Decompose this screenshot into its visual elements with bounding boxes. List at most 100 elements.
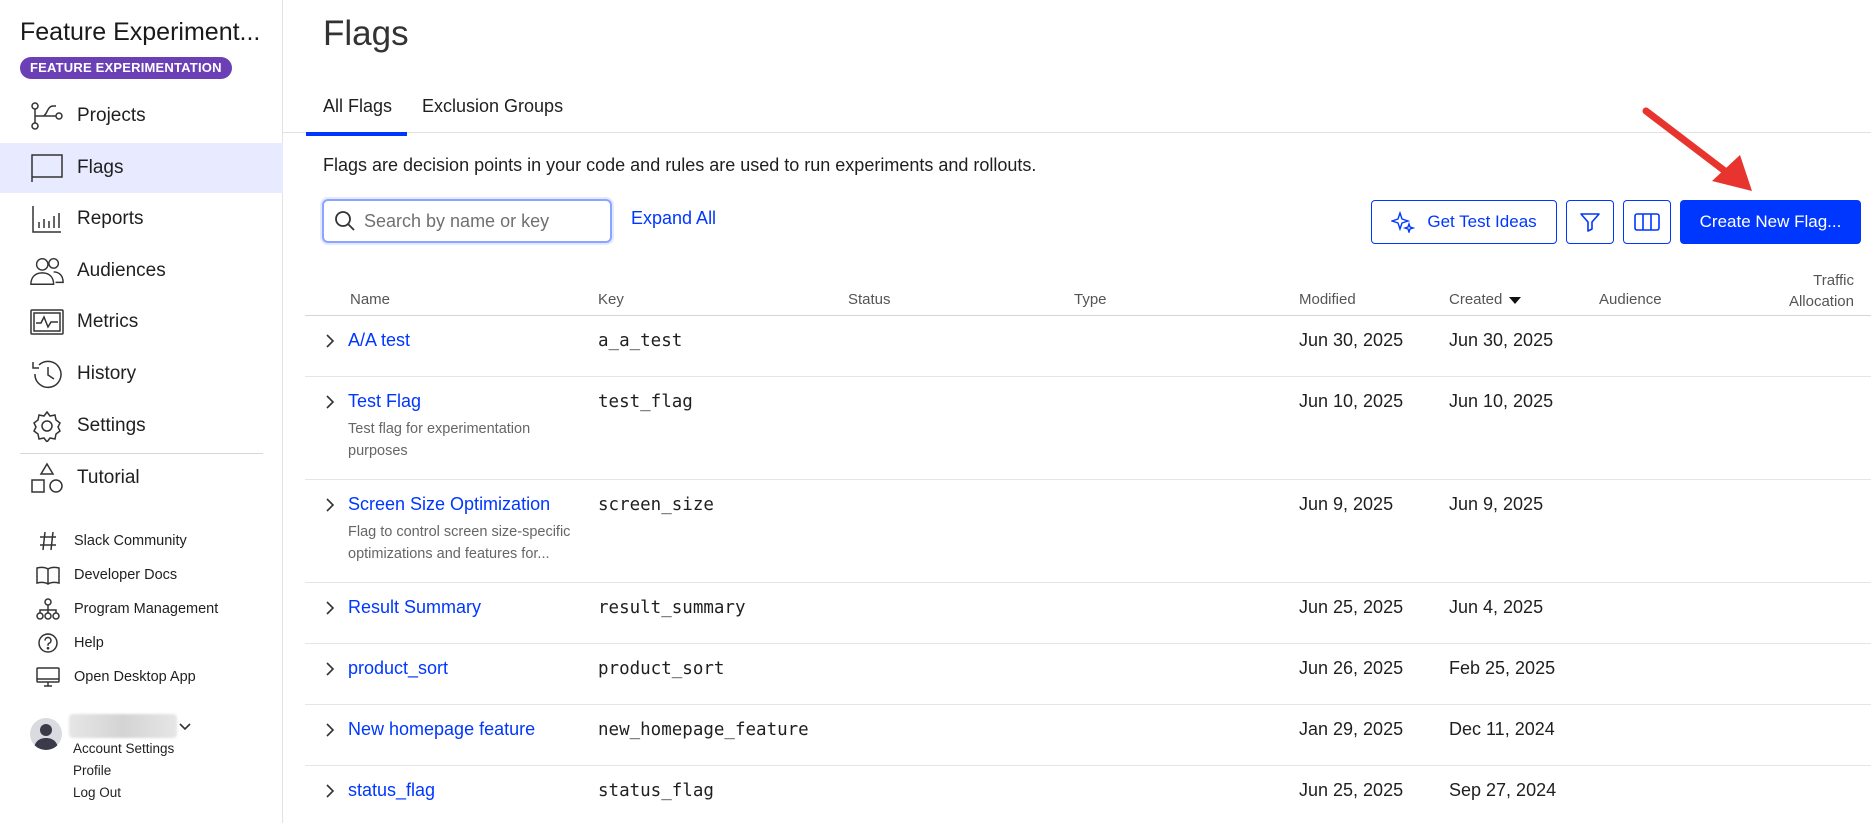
flag-modified: Jun 30, 2025 — [1299, 330, 1404, 350]
search-box[interactable] — [322, 199, 612, 243]
gear-icon — [29, 410, 65, 442]
profile-link[interactable]: Profile — [73, 763, 111, 778]
sidebar-link-open-desktop-app[interactable]: Open Desktop App — [36, 663, 196, 691]
product-badge: FEATURE EXPERIMENTATION — [20, 57, 232, 79]
table-row[interactable]: Test Flag Test flag for experimentation … — [305, 377, 1871, 480]
hash-icon — [36, 529, 60, 553]
tab-all-flags[interactable]: All Flags — [305, 96, 408, 136]
table-row[interactable]: Result Summary result_summary Jun 25, 20… — [305, 583, 1871, 644]
flag-created: Jun 10, 2025 — [1449, 391, 1554, 411]
flag-key: a_a_test — [598, 331, 683, 351]
traffic-header-line1: Traffic — [1813, 272, 1854, 289]
sidebar-item-settings[interactable]: Settings — [0, 401, 283, 451]
column-header-modified[interactable]: Modified — [1299, 291, 1356, 308]
column-header-traffic-allocation[interactable]: Traffic Allocation — [1760, 270, 1854, 312]
book-icon — [36, 563, 60, 587]
sidebar: Feature Experiment... FEATURE EXPERIMENT… — [0, 0, 283, 823]
flag-created: Jun 30, 2025 — [1449, 330, 1554, 350]
history-icon — [29, 358, 65, 390]
columns-icon — [1634, 213, 1660, 231]
sidebar-item-projects[interactable]: Projects — [0, 91, 283, 141]
sidebar-item-flags[interactable]: Flags — [0, 143, 283, 193]
sidebar-item-label: History — [77, 363, 137, 384]
page-description: Flags are decision points in your code a… — [323, 155, 1037, 175]
flag-key: test_flag — [598, 392, 693, 412]
sidebar-item-label: Flags — [77, 157, 124, 178]
flag-name-link[interactable]: New homepage feature — [348, 719, 535, 740]
sidebar-link-help[interactable]: Help — [36, 629, 104, 657]
flag-created: Dec 11, 2024 — [1449, 719, 1555, 739]
create-new-flag-button[interactable]: Create New Flag... — [1680, 200, 1861, 244]
sidebar-link-label: Slack Community — [74, 533, 187, 549]
tab-exclusion-groups[interactable]: Exclusion Groups — [422, 96, 563, 117]
column-header-type[interactable]: Type — [1074, 291, 1107, 308]
chevron-right-icon[interactable] — [322, 722, 338, 738]
app-title[interactable]: Feature Experiment... — [20, 18, 260, 47]
sidebar-item-metrics[interactable]: Metrics — [0, 297, 283, 347]
tab-bar: All Flags Exclusion Groups — [283, 80, 1871, 136]
sidebar-link-label: Help — [74, 635, 104, 651]
flag-created: Sep 27, 2024 — [1449, 780, 1557, 800]
sidebar-link-developer-docs[interactable]: Developer Docs — [36, 561, 177, 589]
annotation-arrow-icon — [1642, 107, 1752, 191]
chevron-right-icon[interactable] — [322, 394, 338, 410]
column-header-name[interactable]: Name — [350, 291, 390, 308]
column-header-status[interactable]: Status — [848, 291, 891, 308]
flag-description: Test flag for experimentation purposes — [348, 421, 531, 459]
flag-modified: Jun 25, 2025 — [1299, 597, 1404, 617]
flag-name-link[interactable]: Screen Size Optimization — [348, 494, 550, 515]
table-row[interactable]: Screen Size Optimization Flag to control… — [305, 480, 1871, 583]
sidebar-link-program-management[interactable]: Program Management — [36, 595, 218, 623]
metrics-icon — [29, 306, 65, 338]
table-row[interactable]: product_sort product_sort Jun 26, 2025 F… — [305, 644, 1871, 705]
chevron-right-icon[interactable] — [322, 600, 338, 616]
sidebar-item-history[interactable]: History — [0, 349, 283, 399]
column-header-audience[interactable]: Audience — [1599, 291, 1662, 308]
log-out-link[interactable]: Log Out — [73, 785, 121, 800]
sidebar-link-slack-community[interactable]: Slack Community — [36, 527, 187, 555]
chevron-down-icon[interactable] — [177, 718, 193, 734]
table-row[interactable]: A/A test a_a_test Jun 30, 2025 Jun 30, 2… — [305, 316, 1871, 377]
column-header-key[interactable]: Key — [598, 291, 624, 308]
avatar[interactable] — [30, 718, 62, 750]
flag-name-link[interactable]: A/A test — [348, 330, 410, 351]
flag-name-link[interactable]: Result Summary — [348, 597, 481, 618]
columns-button[interactable] — [1623, 200, 1671, 244]
flag-name-link[interactable]: product_sort — [348, 658, 448, 679]
filter-button[interactable] — [1566, 200, 1614, 244]
sidebar-item-label: Reports — [77, 208, 144, 229]
account-settings-link[interactable]: Account Settings — [73, 741, 174, 756]
reports-icon — [29, 203, 65, 235]
expand-all-link[interactable]: Expand All — [631, 208, 716, 229]
filter-icon — [1580, 213, 1600, 232]
chevron-right-icon[interactable] — [322, 333, 338, 349]
sidebar-item-label: Audiences — [77, 260, 166, 281]
flag-name-link[interactable]: Test Flag — [348, 391, 421, 412]
flag-modified: Jun 25, 2025 — [1299, 780, 1404, 800]
sidebar-item-audiences[interactable]: Audiences — [0, 246, 283, 296]
flag-icon — [29, 152, 65, 184]
flag-created: Jun 4, 2025 — [1449, 597, 1544, 617]
search-input[interactable] — [364, 210, 604, 232]
sidebar-item-tutorial[interactable]: Tutorial — [0, 453, 283, 503]
flag-key: result_summary — [598, 598, 746, 618]
sidebar-link-label: Program Management — [74, 601, 219, 617]
sidebar-item-reports[interactable]: Reports — [0, 194, 283, 244]
search-icon — [335, 211, 355, 231]
sidebar-link-label: Developer Docs — [74, 567, 178, 583]
flag-name-link[interactable]: status_flag — [348, 780, 435, 801]
chevron-right-icon[interactable] — [322, 661, 338, 677]
table-row[interactable]: status_flag status_flag Jun 25, 2025 Sep… — [305, 766, 1871, 823]
sparkle-icon — [1391, 211, 1416, 233]
column-header-created-label: Created — [1449, 291, 1503, 308]
get-test-ideas-button[interactable]: Get Test Ideas — [1371, 200, 1557, 244]
flag-key: product_sort — [598, 659, 725, 679]
column-header-created[interactable]: Created — [1449, 291, 1522, 308]
help-icon — [36, 631, 60, 655]
flag-modified: Jun 9, 2025 — [1299, 494, 1394, 514]
chevron-right-icon[interactable] — [322, 783, 338, 799]
table-row[interactable]: New homepage feature new_homepage_featur… — [305, 705, 1871, 766]
sidebar-item-label: Tutorial — [77, 467, 140, 488]
flag-key: status_flag — [598, 781, 714, 801]
chevron-right-icon[interactable] — [322, 497, 338, 513]
